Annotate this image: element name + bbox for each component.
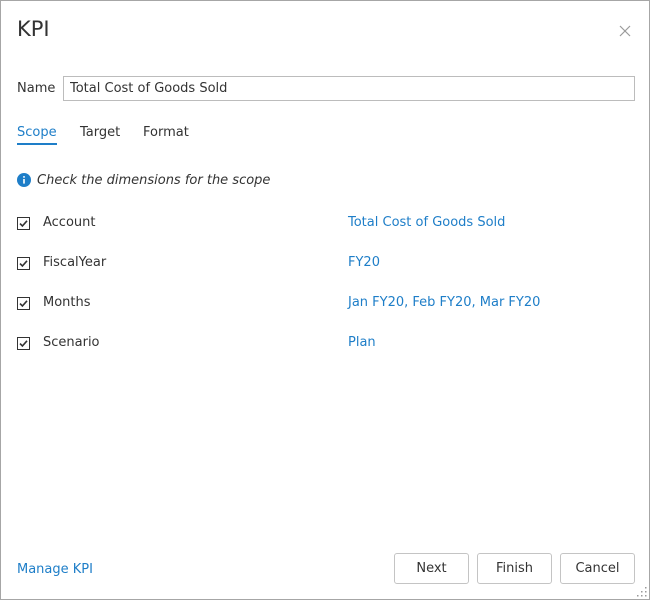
resize-grip-icon[interactable] — [637, 587, 647, 597]
dimension-value-link[interactable]: Plan — [348, 335, 376, 350]
dimension-row-scenario: Scenario Plan — [17, 335, 627, 355]
checkmark-icon — [19, 220, 28, 228]
account-checkbox[interactable] — [17, 217, 30, 230]
dialog-title: KPI — [17, 17, 50, 41]
dimension-row-fiscalyear: FiscalYear FY20 — [17, 255, 627, 275]
months-checkbox[interactable] — [17, 297, 30, 310]
hint-text: Check the dimensions for the scope — [37, 172, 271, 188]
finish-button[interactable]: Finish — [477, 553, 552, 584]
checkmark-icon — [19, 300, 28, 308]
dimension-label: Months — [43, 295, 91, 310]
info-icon — [17, 173, 31, 187]
checkmark-icon — [19, 260, 28, 268]
dimension-value-link[interactable]: Total Cost of Goods Sold — [348, 215, 505, 230]
name-label: Name — [17, 81, 56, 96]
dimension-label: FiscalYear — [43, 255, 107, 270]
cancel-button[interactable]: Cancel — [560, 553, 635, 584]
dimension-value-link[interactable]: Jan FY20, Feb FY20, Mar FY20 — [348, 295, 540, 310]
manage-kpi-link[interactable]: Manage KPI — [17, 562, 93, 577]
scope-hint: Check the dimensions for the scope — [17, 172, 270, 188]
dimension-label: Account — [43, 215, 96, 230]
fiscalyear-checkbox[interactable] — [17, 257, 30, 270]
dimension-row-months: Months Jan FY20, Feb FY20, Mar FY20 — [17, 295, 627, 315]
dimension-label: Scenario — [43, 335, 100, 350]
dimension-row-account: Account Total Cost of Goods Sold — [17, 215, 627, 235]
scenario-checkbox[interactable] — [17, 337, 30, 350]
kpi-dialog: KPI Name Scope Target Format Check the d… — [0, 0, 650, 600]
tab-format[interactable]: Format — [143, 125, 189, 143]
tab-target[interactable]: Target — [80, 125, 120, 143]
name-input[interactable] — [63, 76, 635, 101]
next-button[interactable]: Next — [394, 553, 469, 584]
tab-scope[interactable]: Scope — [17, 125, 57, 145]
close-icon[interactable] — [617, 23, 633, 39]
dimension-value-link[interactable]: FY20 — [348, 255, 380, 270]
checkmark-icon — [19, 340, 28, 348]
